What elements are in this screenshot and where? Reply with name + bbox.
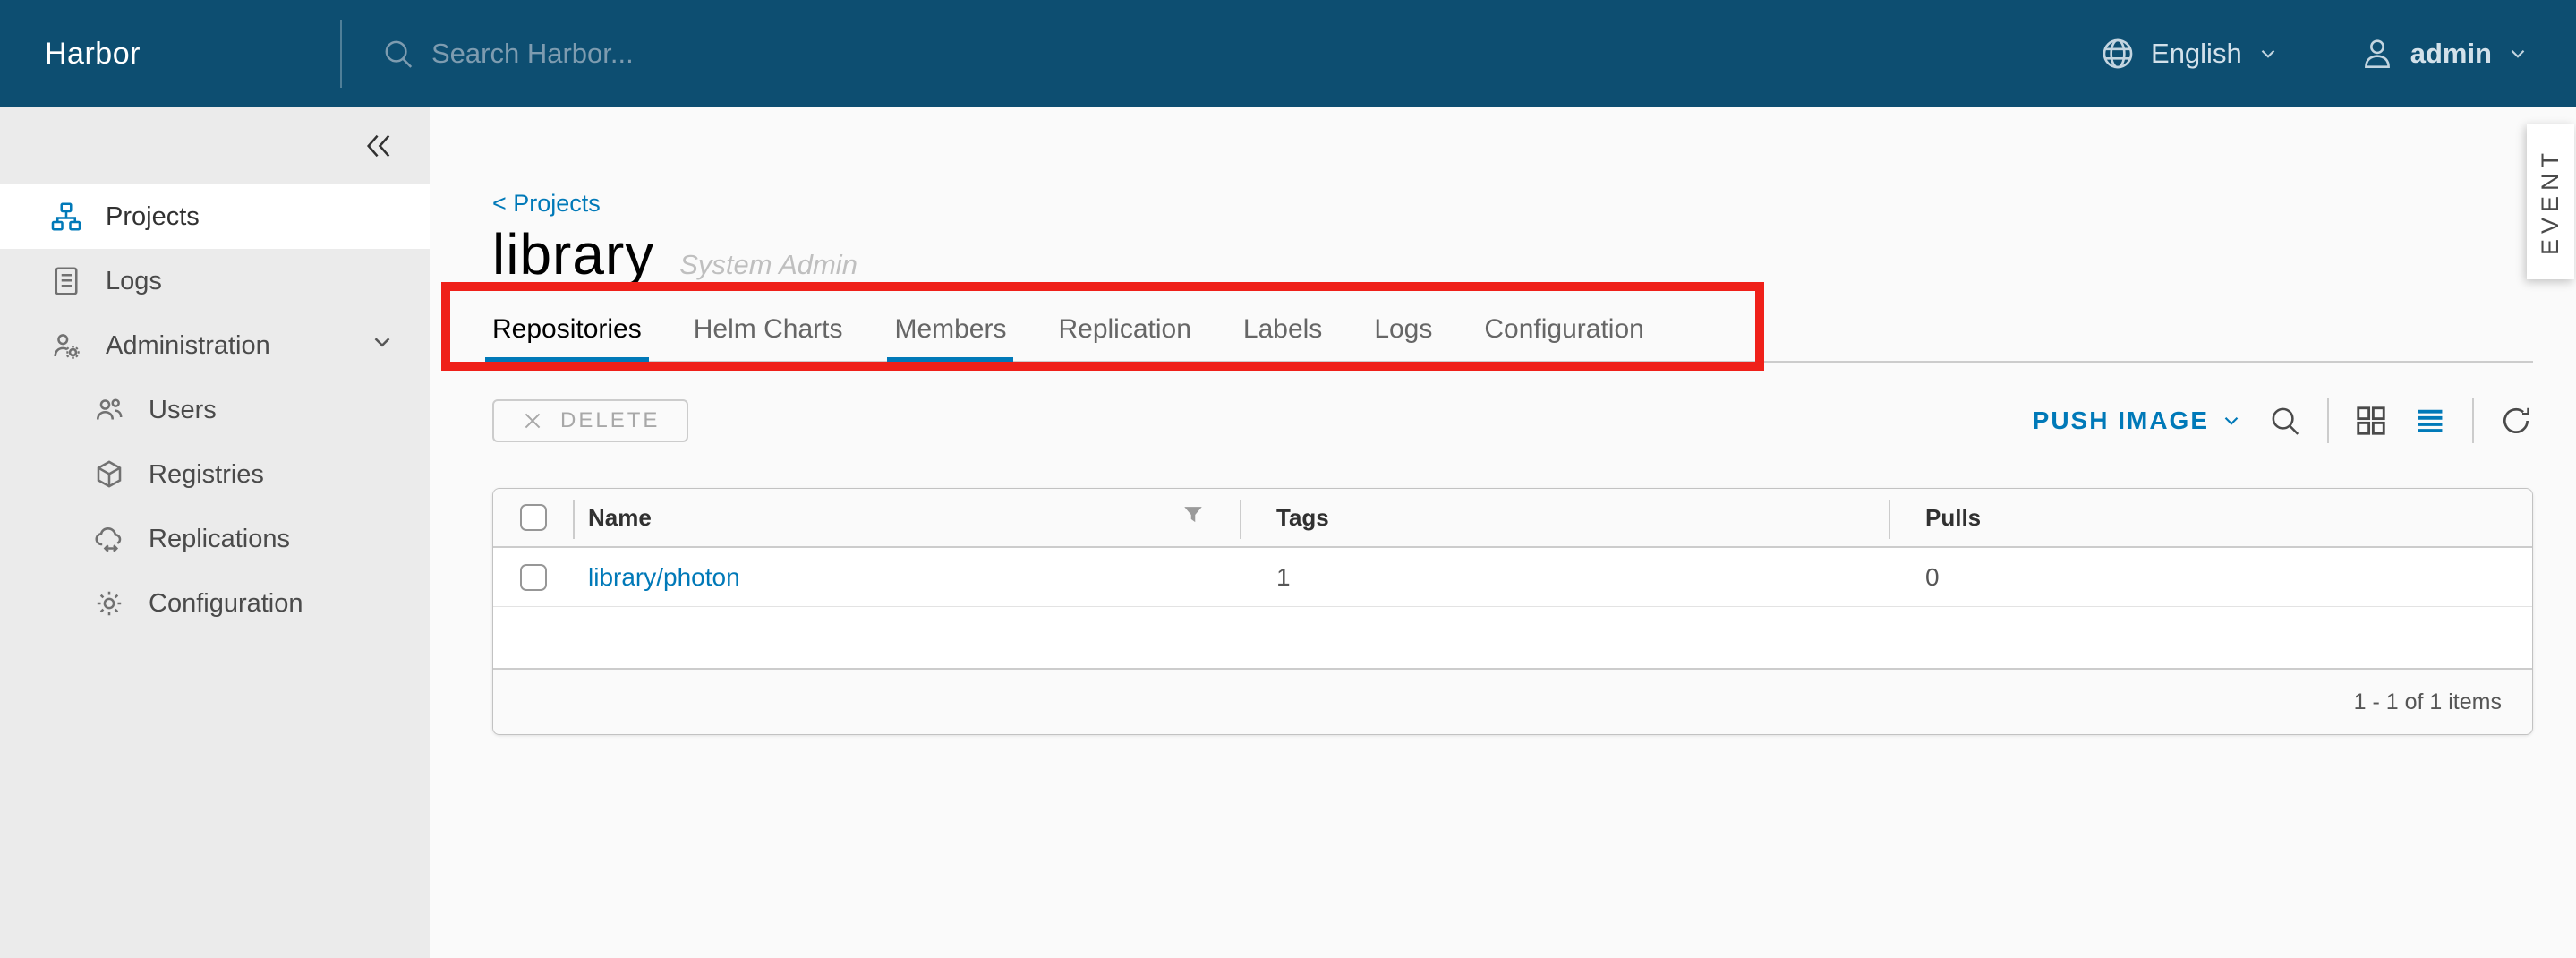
project-tabs: Repositories Helm Charts Members Replica… <box>492 314 2533 363</box>
language-menu[interactable]: English <box>2099 35 2280 73</box>
sidebar-item-label: Configuration <box>149 589 303 619</box>
sidebar-item-projects[interactable]: Projects <box>0 184 430 249</box>
sidebar-item-administration[interactable]: Administration <box>0 313 430 378</box>
event-side-tab[interactable]: EVENT <box>2527 124 2574 279</box>
header-actions: English admin <box>2099 35 2529 73</box>
toolbar-right: PUSH IMAGE <box>2033 398 2533 443</box>
search-icon <box>381 37 415 71</box>
event-side-tab-label: EVENT <box>2537 148 2564 255</box>
main-content: < Projects library System Admin Reposito… <box>430 107 2576 958</box>
sidebar-nav: Projects Logs Administration Users <box>0 184 430 636</box>
table-header-row: Name Tags Pulls <box>493 489 2532 548</box>
sidebar-item-logs[interactable]: Logs <box>0 249 430 313</box>
toolbar-divider <box>2327 398 2329 443</box>
repository-link[interactable]: library/photon <box>588 563 740 591</box>
x-icon <box>521 409 544 432</box>
column-header-pulls[interactable]: Pulls <box>1889 504 2532 532</box>
page-title: library <box>492 221 654 287</box>
push-image-label: PUSH IMAGE <box>2033 406 2209 435</box>
double-chevron-left-icon <box>363 131 394 161</box>
chevron-down-icon <box>2256 42 2280 65</box>
gear-icon <box>93 587 125 620</box>
tab-members[interactable]: Members <box>894 314 1006 361</box>
toolbar-divider <box>2472 398 2474 443</box>
sidebar-collapse[interactable] <box>0 107 430 184</box>
table-footer: 1 - 1 of 1 items <box>493 670 2532 734</box>
column-header-name[interactable]: Name <box>588 504 652 532</box>
tab-replication[interactable]: Replication <box>1058 314 1190 361</box>
repositories-toolbar: DELETE PUSH IMAGE <box>492 398 2533 443</box>
column-divider <box>1240 500 1241 539</box>
sidebar-item-label: Users <box>149 396 217 425</box>
column-divider <box>1889 500 1890 539</box>
projects-tree-icon <box>50 201 82 233</box>
delete-button[interactable]: DELETE <box>492 399 688 442</box>
sidebar-item-replications[interactable]: Replications <box>0 507 430 571</box>
sidebar-item-label: Projects <box>106 202 200 232</box>
tags-count: 1 <box>1241 563 1889 592</box>
search-icon <box>2268 404 2302 438</box>
administration-subnav: Users Registries Replications Configurat… <box>0 378 430 636</box>
filter-funnel-icon[interactable] <box>1181 503 1205 533</box>
role-subtitle: System Admin <box>679 249 857 281</box>
chevron-down-icon <box>2220 409 2243 432</box>
column-header-tags[interactable]: Tags <box>1241 504 1889 532</box>
search-repositories-button[interactable] <box>2268 404 2302 438</box>
search-input[interactable] <box>431 38 1237 70</box>
grid-view-icon <box>2354 404 2388 438</box>
logs-list-icon <box>50 265 82 297</box>
users-icon <box>93 394 125 426</box>
harbor-logo[interactable]: Harbor <box>45 37 340 72</box>
app-body: Projects Logs Administration Users <box>0 107 2576 958</box>
header-divider <box>340 20 342 88</box>
pagination-summary: 1 - 1 of 1 items <box>2354 689 2502 715</box>
tab-helm-charts[interactable]: Helm Charts <box>694 314 843 361</box>
table-row: library/photon 1 0 <box>493 548 2532 607</box>
globe-icon <box>2099 35 2137 73</box>
chevron-down-icon <box>2506 42 2529 65</box>
app-header: Harbor English admin <box>0 0 2576 107</box>
table-empty-space <box>493 607 2532 670</box>
user-icon <box>2358 35 2396 73</box>
sidebar-item-label: Registries <box>149 460 264 490</box>
sidebar-item-configuration[interactable]: Configuration <box>0 571 430 636</box>
admin-user-gear-icon <box>50 329 82 362</box>
cube-icon <box>93 458 125 491</box>
push-image-button[interactable]: PUSH IMAGE <box>2033 406 2243 435</box>
refresh-button[interactable] <box>2499 404 2533 438</box>
global-search[interactable] <box>381 37 2099 71</box>
breadcrumb-projects-link[interactable]: < Projects <box>492 190 601 218</box>
title-row: library System Admin <box>492 221 2533 287</box>
sidebar-item-label: Administration <box>106 331 270 361</box>
sidebar-item-users[interactable]: Users <box>0 378 430 442</box>
refresh-icon <box>2499 404 2533 438</box>
tab-configuration[interactable]: Configuration <box>1484 314 1643 361</box>
sidebar-item-label: Replications <box>149 525 290 554</box>
list-view-icon <box>2413 404 2447 438</box>
username-label: admin <box>2410 38 2492 70</box>
list-view-button[interactable] <box>2413 404 2447 438</box>
select-all-checkbox[interactable] <box>520 504 547 531</box>
sidebar-item-label: Logs <box>106 267 162 296</box>
user-menu[interactable]: admin <box>2358 35 2529 73</box>
language-label: English <box>2151 38 2242 70</box>
row-checkbox[interactable] <box>520 564 547 591</box>
sidebar: Projects Logs Administration Users <box>0 107 430 958</box>
delete-button-label: DELETE <box>560 408 660 433</box>
card-view-button[interactable] <box>2354 404 2388 438</box>
cloud-sync-icon <box>93 523 125 555</box>
sidebar-item-registries[interactable]: Registries <box>0 442 430 507</box>
chevron-down-icon <box>369 329 396 363</box>
tab-labels[interactable]: Labels <box>1243 314 1322 361</box>
repositories-table: Name Tags Pulls library/photon 1 <box>492 488 2533 735</box>
tab-repositories[interactable]: Repositories <box>492 314 642 361</box>
tab-logs[interactable]: Logs <box>1374 314 1432 361</box>
column-divider <box>573 500 575 539</box>
pulls-count: 0 <box>1889 563 2532 592</box>
